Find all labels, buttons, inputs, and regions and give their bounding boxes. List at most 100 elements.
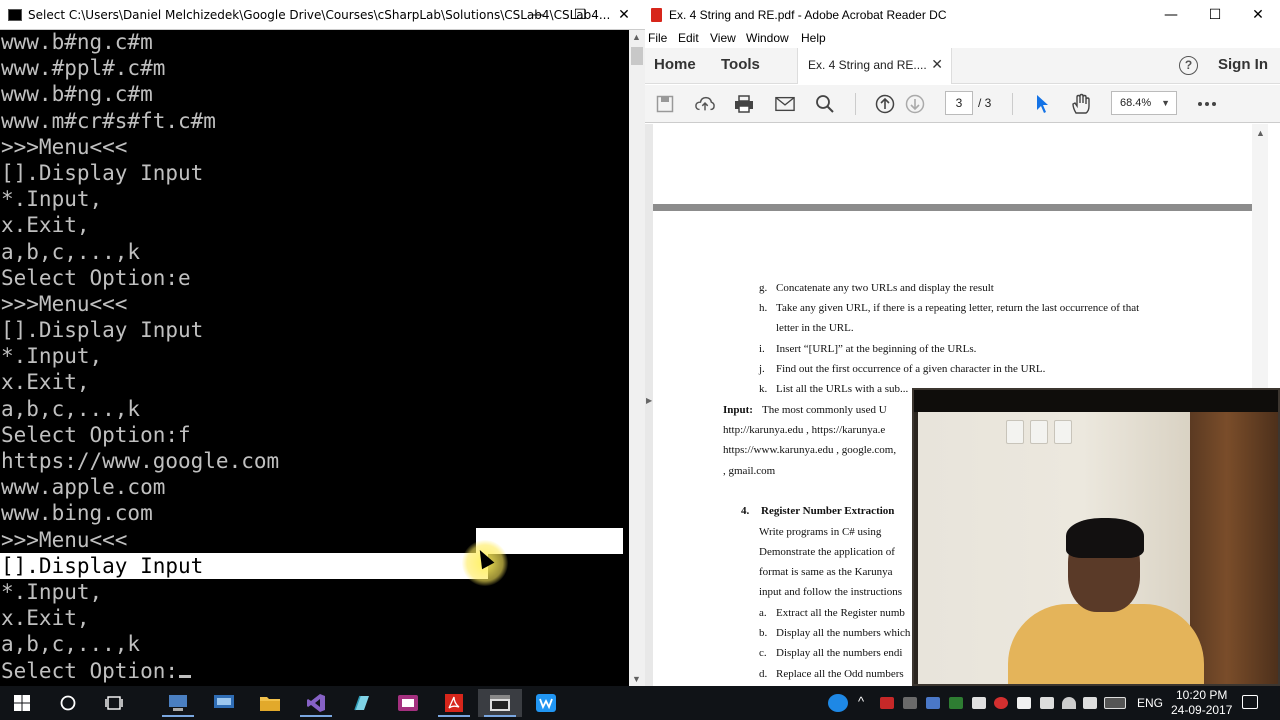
left-pane-gutter[interactable]: ▶ (645, 124, 653, 686)
acrobat-taskbar-icon[interactable] (432, 689, 476, 717)
nav-home[interactable]: Home (654, 56, 696, 73)
tray-app-icon[interactable] (949, 697, 963, 709)
tab-document[interactable]: Ex. 4 String and RE.... ✕ (797, 48, 952, 84)
webcam-door (1190, 412, 1278, 684)
task-view-button[interactable] (92, 689, 136, 717)
more-options-icon[interactable] (1197, 94, 1217, 114)
toolbar-separator (1012, 93, 1013, 115)
expand-pane-icon[interactable]: ▶ (646, 396, 652, 405)
tray-app-icon[interactable] (880, 697, 894, 709)
notifications-icon[interactable] (1242, 695, 1258, 709)
wall-switch (1030, 420, 1048, 444)
list-marker: k. (759, 383, 768, 395)
clock-date[interactable]: 24-09-2017 (1171, 703, 1232, 717)
acrobat-close-button[interactable]: ✕ (1235, 0, 1280, 30)
chevron-down-icon: ▼ (1161, 98, 1170, 108)
screen-recorder-icon[interactable] (524, 689, 568, 717)
file-explorer-icon[interactable] (248, 689, 292, 717)
maximize-button[interactable]: ☐ (557, 0, 603, 30)
sign-in-link[interactable]: Sign In (1218, 56, 1268, 73)
toolbar-separator (855, 93, 856, 115)
console-line: *.Input, (1, 187, 103, 212)
doc-paragraph: http://karunya.edu , https://karunya.e (723, 424, 886, 436)
page-number-input[interactable]: 3 (945, 91, 973, 115)
prev-page-icon[interactable] (875, 94, 895, 114)
tab-document-label: Ex. 4 String and RE.... (808, 58, 927, 72)
visual-studio-icon[interactable] (294, 689, 338, 717)
webcam-dark-band (914, 390, 1278, 412)
menu-edit[interactable]: Edit (678, 31, 699, 45)
notes-app-icon[interactable] (340, 689, 384, 717)
menu-view[interactable]: View (710, 31, 736, 45)
doc-paragraph: input and follow the instructions (759, 586, 902, 598)
help-tray-icon[interactable] (828, 694, 848, 712)
doc-paragraph: , gmail.com (723, 465, 776, 477)
tray-app-icon[interactable] (903, 697, 917, 709)
email-icon[interactable] (775, 94, 795, 114)
upload-cloud-icon[interactable] (695, 94, 715, 114)
minimize-button[interactable]: — (515, 0, 561, 30)
acrobat-titlebar[interactable]: Ex. 4 String and RE.pdf - Adobe Acrobat … (645, 0, 1280, 30)
console-line: [].Display Input (0, 552, 488, 579)
webcam-overlay (912, 388, 1280, 686)
acrobat-minimize-button[interactable]: — (1148, 0, 1194, 30)
start-button[interactable] (0, 689, 44, 717)
volume-icon[interactable] (1083, 697, 1097, 709)
onedrive-icon[interactable] (1017, 697, 1031, 709)
taskbar: ^ ENG 10:20 PM 24-09-2017 (0, 686, 1280, 720)
tray-app-icon[interactable] (926, 697, 940, 709)
tab-bar: Home Tools Ex. 4 String and RE.... ✕ ? S… (645, 48, 1280, 84)
list-marker: d. (759, 668, 768, 680)
console-line: a,b,c,...,k (1, 239, 141, 264)
doc-paragraph: Demonstrate the application of (759, 546, 895, 558)
list-marker: h. (759, 302, 768, 314)
taskbar-app-network[interactable] (156, 689, 200, 717)
console-line: >>>Menu<<< (1, 291, 128, 316)
console-titlebar[interactable]: Select C:\Users\Daniel Melchizedek\Googl… (0, 0, 645, 30)
zoom-select[interactable]: 68.4% ▼ (1111, 91, 1177, 115)
acrobat-maximize-button[interactable]: ☐ (1192, 0, 1238, 30)
console-line: www.apple.com (1, 475, 166, 500)
list-marker: c. (759, 647, 767, 659)
console-line: https://www.google.com (1, 449, 280, 473)
next-page-icon[interactable] (905, 94, 925, 114)
save-icon[interactable] (655, 94, 675, 114)
taskbar-app-remote[interactable] (202, 689, 246, 717)
tray-app-icon[interactable] (994, 697, 1008, 709)
wifi-icon[interactable] (1062, 697, 1076, 709)
console-scrollbar[interactable]: ▲ ▼ (629, 30, 645, 686)
language-indicator[interactable]: ENG (1137, 696, 1163, 710)
menu-help[interactable]: Help (801, 31, 826, 45)
close-button[interactable]: ✕ (601, 0, 647, 30)
clock-time[interactable]: 10:20 PM (1176, 688, 1227, 702)
console-line: a,b,c,...,k (1, 632, 141, 657)
console-output[interactable]: www.b#ng.c#m www.#ppl#.c#m www.b#ng.c#m www… (0, 30, 629, 686)
console-line: www.bing.com (1, 501, 153, 526)
keyboard-icon[interactable] (1104, 697, 1126, 709)
scroll-down-icon[interactable]: ▼ (632, 674, 641, 684)
scroll-thumb[interactable] (631, 47, 643, 65)
chevron-up-icon[interactable]: ^ (858, 694, 864, 709)
search-icon[interactable] (815, 94, 835, 114)
print-icon[interactable] (734, 94, 754, 114)
menu-window[interactable]: Window (746, 31, 789, 45)
help-icon[interactable]: ? (1179, 56, 1198, 75)
console-line: [].Display Input (1, 160, 204, 185)
menu-file[interactable]: File (648, 31, 667, 45)
console-line: www.b#ng.c#m (1, 82, 153, 107)
tab-close-icon[interactable]: ✕ (931, 56, 943, 73)
doc-paragraph: Write programs in C# using (759, 526, 882, 538)
console-taskbar-icon[interactable] (478, 689, 522, 717)
scroll-up-icon[interactable]: ▲ (1256, 128, 1265, 138)
teams-app-icon[interactable] (386, 689, 430, 717)
scroll-up-icon[interactable]: ▲ (632, 32, 641, 42)
cortana-button[interactable] (46, 689, 90, 717)
select-arrow-icon[interactable] (1032, 94, 1052, 114)
console-window: Select C:\Users\Daniel Melchizedek\Googl… (0, 0, 645, 686)
section-number: 4. (741, 505, 750, 517)
tray-app-icon[interactable] (972, 697, 986, 709)
doc-paragraph: The most commonly used U (762, 404, 887, 416)
hand-tool-icon[interactable] (1071, 93, 1091, 114)
nav-tools[interactable]: Tools (721, 56, 760, 73)
battery-icon[interactable] (1040, 697, 1054, 709)
